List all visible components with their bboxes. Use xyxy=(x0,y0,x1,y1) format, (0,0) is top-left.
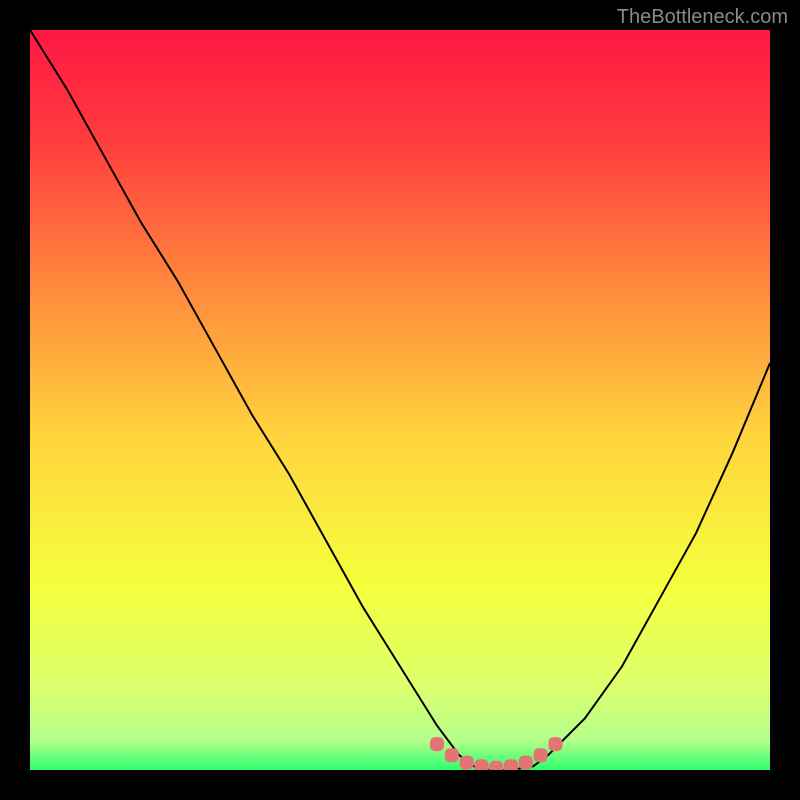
marker-point xyxy=(548,737,562,751)
marker-point xyxy=(474,759,488,770)
marker-point xyxy=(534,748,548,762)
marker-point xyxy=(460,756,474,770)
marker-point xyxy=(519,756,533,770)
marker-point xyxy=(504,759,518,770)
gradient-background xyxy=(30,30,770,770)
marker-point xyxy=(489,761,503,770)
marker-point xyxy=(445,748,459,762)
chart-container xyxy=(30,30,770,770)
marker-point xyxy=(430,737,444,751)
chart-svg xyxy=(30,30,770,770)
watermark-text: TheBottleneck.com xyxy=(617,6,788,29)
